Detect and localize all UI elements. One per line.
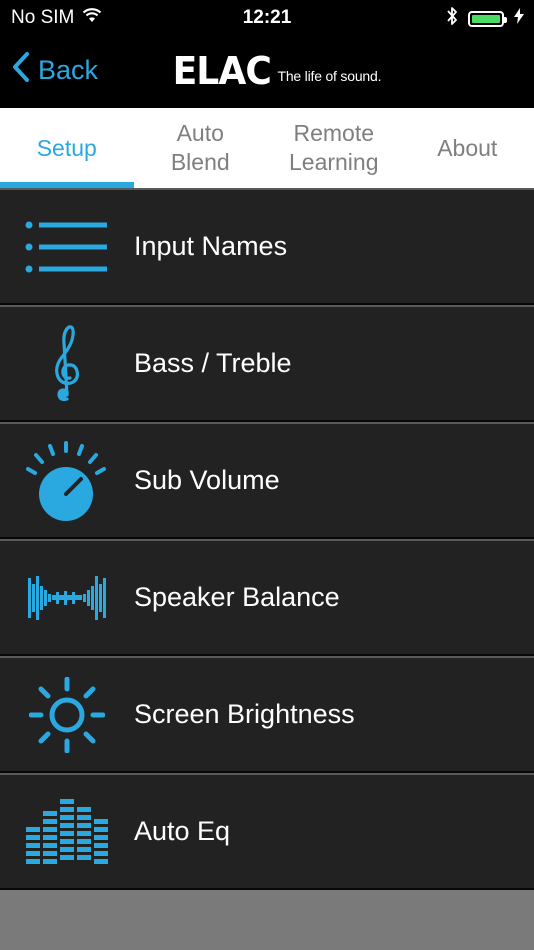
nav-bar: Back ELAC The life of sound. [0,36,534,108]
setup-menu: Input Names Bass / Treble Sub Volume Spe… [0,188,534,890]
menu-item-label: Screen Brightness [134,699,355,729]
menu-item-label: Input Names [134,231,288,261]
back-button[interactable]: Back [12,52,98,89]
status-bar: No SIM 12:21 [0,0,534,36]
tab-bar: Setup Auto Blend Remote Learning About [0,108,534,188]
tab-setup[interactable]: Setup [0,108,134,188]
menu-item-label: Bass / Treble [134,348,292,378]
empty-area [0,890,534,950]
menu-item-sub-volume[interactable]: Sub Volume [0,422,534,539]
logo-wordmark: ELAC [172,49,272,93]
menu-item-input-names[interactable]: Input Names [0,188,534,305]
bluetooth-icon [446,6,458,32]
tab-remote-learning[interactable]: Remote Learning [267,108,401,188]
waveform-icon [0,541,134,654]
menu-item-bass-treble[interactable]: Bass / Treble [0,305,534,422]
menu-item-label: Sub Volume [134,465,280,495]
list-icon [0,190,134,303]
menu-item-auto-eq[interactable]: Auto Eq [0,773,534,890]
tab-label: About [437,134,498,161]
menu-item-label: Speaker Balance [134,582,340,612]
back-label: Back [38,55,99,85]
menu-item-speaker-balance[interactable]: Speaker Balance [0,539,534,656]
tab-auto-blend[interactable]: Auto Blend [134,108,268,188]
tab-label: Auto Blend [170,120,230,175]
battery-icon [468,11,507,27]
menu-item-screen-brightness[interactable]: Screen Brightness [0,656,534,773]
equalizer-icon [0,775,134,888]
tab-label: Setup [36,134,97,161]
logo-tagline: The life of sound. [277,68,382,84]
brand-logo: ELAC The life of sound. [170,49,382,93]
menu-item-label: Auto Eq [134,816,231,846]
treble-clef-icon [0,307,134,420]
sun-icon [0,658,134,771]
volume-knob-icon [0,424,134,537]
tab-about[interactable]: About [401,108,534,188]
tab-label: Remote Learning [288,120,379,175]
chevron-left-icon [12,52,30,89]
charging-icon [514,8,524,30]
